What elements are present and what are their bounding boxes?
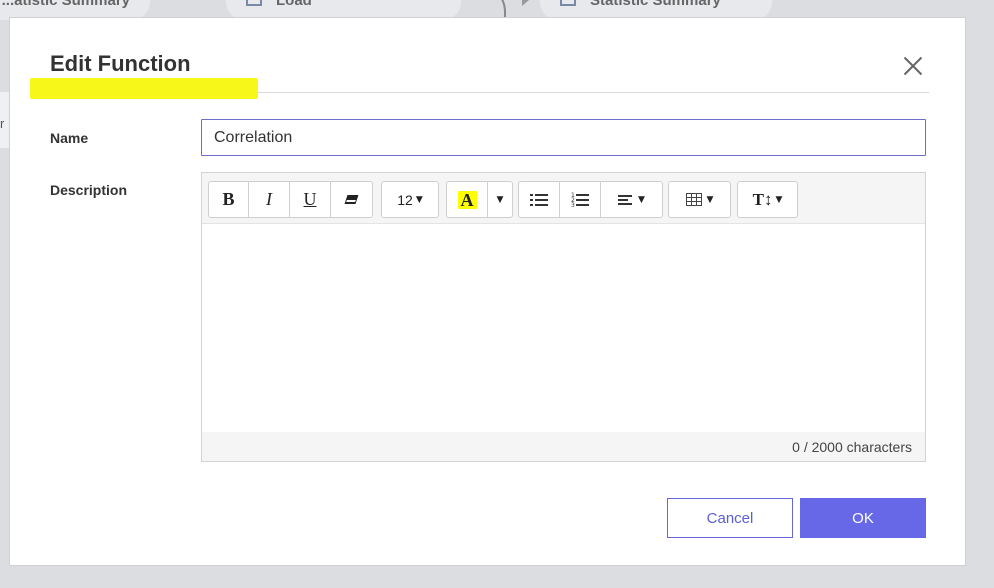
- name-label: Name: [50, 130, 89, 146]
- paragraph-group: 1 2 3 ▼: [518, 181, 663, 218]
- highlight-color-dropdown[interactable]: ▼: [488, 182, 512, 217]
- align-left-icon: [618, 194, 633, 206]
- chart-icon: [560, 0, 576, 6]
- numbered-list-button[interactable]: 1 2 3: [560, 182, 601, 217]
- dialog-title: Edit Function: [50, 51, 191, 76]
- table-group: ▼: [668, 181, 731, 218]
- close-icon[interactable]: [900, 53, 926, 79]
- font-size-value: 12: [397, 191, 413, 208]
- align-dropdown[interactable]: ▼: [601, 182, 662, 217]
- background-side-label: r: [0, 116, 5, 131]
- table-dropdown[interactable]: ▼: [669, 182, 730, 217]
- ok-button[interactable]: OK: [800, 498, 926, 538]
- clear-format-button[interactable]: [331, 182, 372, 217]
- font-size-dropdown[interactable]: 12 ▼: [382, 182, 438, 217]
- character-counter: 0 / 2000 characters: [792, 438, 912, 455]
- highlight-color-button[interactable]: A: [447, 182, 488, 217]
- edit-function-dialog: Edit Function Name Description B I U 12▼…: [9, 17, 966, 566]
- bold-button[interactable]: B: [209, 182, 249, 217]
- text-style-group: T↕ ▼: [737, 181, 798, 218]
- background-tab-label: Statistic Summary: [590, 0, 721, 9]
- character-counter-bar: 0 / 2000 characters: [202, 432, 925, 461]
- numbered-list-icon: 1 2 3: [571, 192, 589, 208]
- description-label: Description: [50, 182, 128, 198]
- chevron-down-icon: ▼: [775, 194, 783, 205]
- underline-button[interactable]: U: [290, 182, 331, 217]
- load-icon: [246, 0, 262, 6]
- bullet-list-icon: [530, 193, 548, 207]
- text-style-dropdown[interactable]: T↕ ▼: [738, 182, 797, 217]
- italic-button[interactable]: I: [249, 182, 290, 217]
- description-editor: B I U 12 ▼ A ▼ 1 2 3 ▼ ▼ T↕ ▼ 0 / 2000 c…: [201, 172, 926, 462]
- cancel-button[interactable]: Cancel: [667, 498, 793, 538]
- highlight-color-group: A ▼: [446, 181, 513, 218]
- highlight-a-icon: A: [457, 190, 477, 209]
- chevron-down-icon: ▼: [496, 194, 504, 205]
- name-input[interactable]: [201, 119, 926, 156]
- background-tab-label: Load: [276, 0, 312, 9]
- font-size-group: 12 ▼: [381, 181, 439, 218]
- chevron-down-icon: ▼: [706, 194, 714, 205]
- title-highlight-mark: [30, 78, 258, 99]
- connector-line: [466, 0, 506, 18]
- description-textarea[interactable]: [202, 225, 925, 432]
- text-style-icon: T↕: [752, 189, 773, 209]
- connector-arrow-icon: [522, 0, 529, 6]
- chevron-down-icon: ▼: [415, 194, 423, 205]
- background-tab-label: ...atistic Summary: [1, 0, 130, 9]
- editor-toolbar: B I U 12 ▼ A ▼ 1 2 3 ▼ ▼ T↕ ▼: [202, 173, 925, 224]
- bullet-list-button[interactable]: [519, 182, 560, 217]
- chevron-down-icon: ▼: [638, 194, 645, 205]
- format-button-group: B I U: [208, 181, 373, 218]
- table-icon: [685, 193, 702, 206]
- eraser-icon: [344, 195, 359, 204]
